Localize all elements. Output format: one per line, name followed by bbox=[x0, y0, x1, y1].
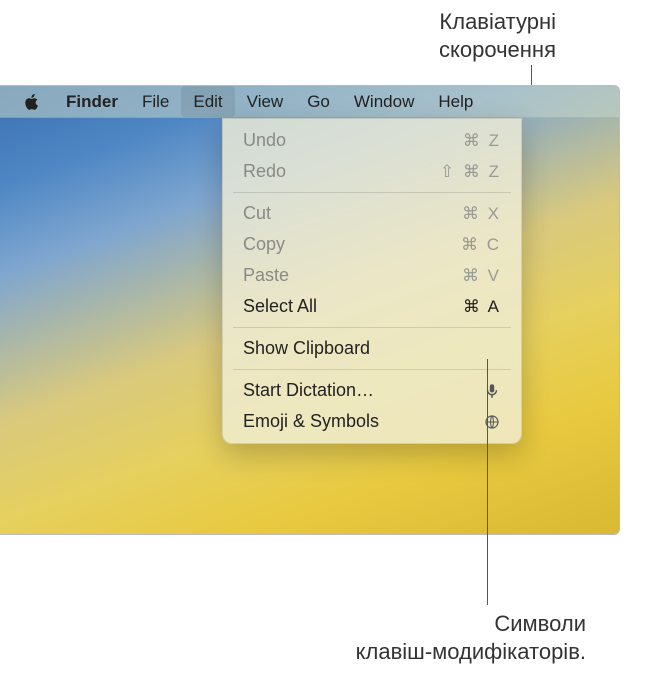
callout-modifier-symbols: Символи клавіш-модифікаторів. bbox=[110, 610, 586, 666]
apple-logo-icon bbox=[22, 92, 42, 112]
menu-label: Undo bbox=[243, 130, 286, 151]
callout-keyboard-shortcuts: Клавіатурні скорочення bbox=[439, 8, 556, 64]
callout-text: Символи bbox=[110, 610, 586, 638]
menu-label: Emoji & Symbols bbox=[243, 411, 379, 432]
menu-item-show-clipboard[interactable]: Show Clipboard bbox=[229, 333, 515, 364]
menu-label: Start Dictation… bbox=[243, 380, 374, 401]
menu-separator bbox=[233, 192, 511, 193]
menubar-item-view[interactable]: View bbox=[235, 86, 296, 117]
callout-text: клавіш-модифікаторів. bbox=[110, 638, 586, 666]
menu-label: Paste bbox=[243, 265, 289, 286]
menu-item-undo[interactable]: Undo ⌘ Z bbox=[229, 125, 515, 156]
menubar-item-go[interactable]: Go bbox=[295, 86, 342, 117]
globe-icon bbox=[483, 413, 501, 431]
edit-menu-dropdown: Undo ⌘ Z Redo ⇧ ⌘ Z Cut ⌘ X Copy ⌘ C Pas… bbox=[222, 118, 522, 444]
menubar-item-window[interactable]: Window bbox=[342, 86, 426, 117]
screenshot-frame: Finder File Edit View Go Window Help Und… bbox=[0, 85, 620, 535]
menu-item-copy[interactable]: Copy ⌘ C bbox=[229, 229, 515, 260]
menu-shortcut: ⇧ ⌘ Z bbox=[440, 162, 501, 182]
menu-shortcut: ⌘ A bbox=[463, 297, 501, 317]
menubar-item-edit[interactable]: Edit bbox=[181, 86, 234, 117]
menubar-app-name[interactable]: Finder bbox=[54, 86, 130, 117]
leader-line bbox=[487, 359, 488, 605]
menu-item-paste[interactable]: Paste ⌘ V bbox=[229, 260, 515, 291]
menu-shortcut: ⌘ C bbox=[461, 235, 501, 255]
menu-label: Copy bbox=[243, 234, 285, 255]
menubar: Finder File Edit View Go Window Help bbox=[0, 86, 619, 118]
menu-shortcut: ⌘ X bbox=[462, 204, 501, 224]
menu-shortcut: ⌘ V bbox=[462, 266, 501, 286]
menu-label: Redo bbox=[243, 161, 286, 182]
menu-separator bbox=[233, 369, 511, 370]
mic-icon bbox=[483, 382, 501, 400]
menu-item-cut[interactable]: Cut ⌘ X bbox=[229, 198, 515, 229]
menubar-item-help[interactable]: Help bbox=[426, 86, 485, 117]
menu-shortcut: ⌘ Z bbox=[463, 131, 501, 151]
callout-text: Клавіатурні bbox=[439, 8, 556, 36]
menu-item-start-dictation[interactable]: Start Dictation… bbox=[229, 375, 515, 406]
menubar-item-file[interactable]: File bbox=[130, 86, 181, 117]
menu-label: Cut bbox=[243, 203, 271, 224]
menu-item-redo[interactable]: Redo ⇧ ⌘ Z bbox=[229, 156, 515, 187]
menu-separator bbox=[233, 327, 511, 328]
apple-menu[interactable] bbox=[10, 86, 54, 117]
menu-item-select-all[interactable]: Select All ⌘ A bbox=[229, 291, 515, 322]
menu-label: Select All bbox=[243, 296, 317, 317]
callout-text: скорочення bbox=[439, 36, 556, 64]
menu-label: Show Clipboard bbox=[243, 338, 370, 359]
menu-item-emoji-symbols[interactable]: Emoji & Symbols bbox=[229, 406, 515, 437]
